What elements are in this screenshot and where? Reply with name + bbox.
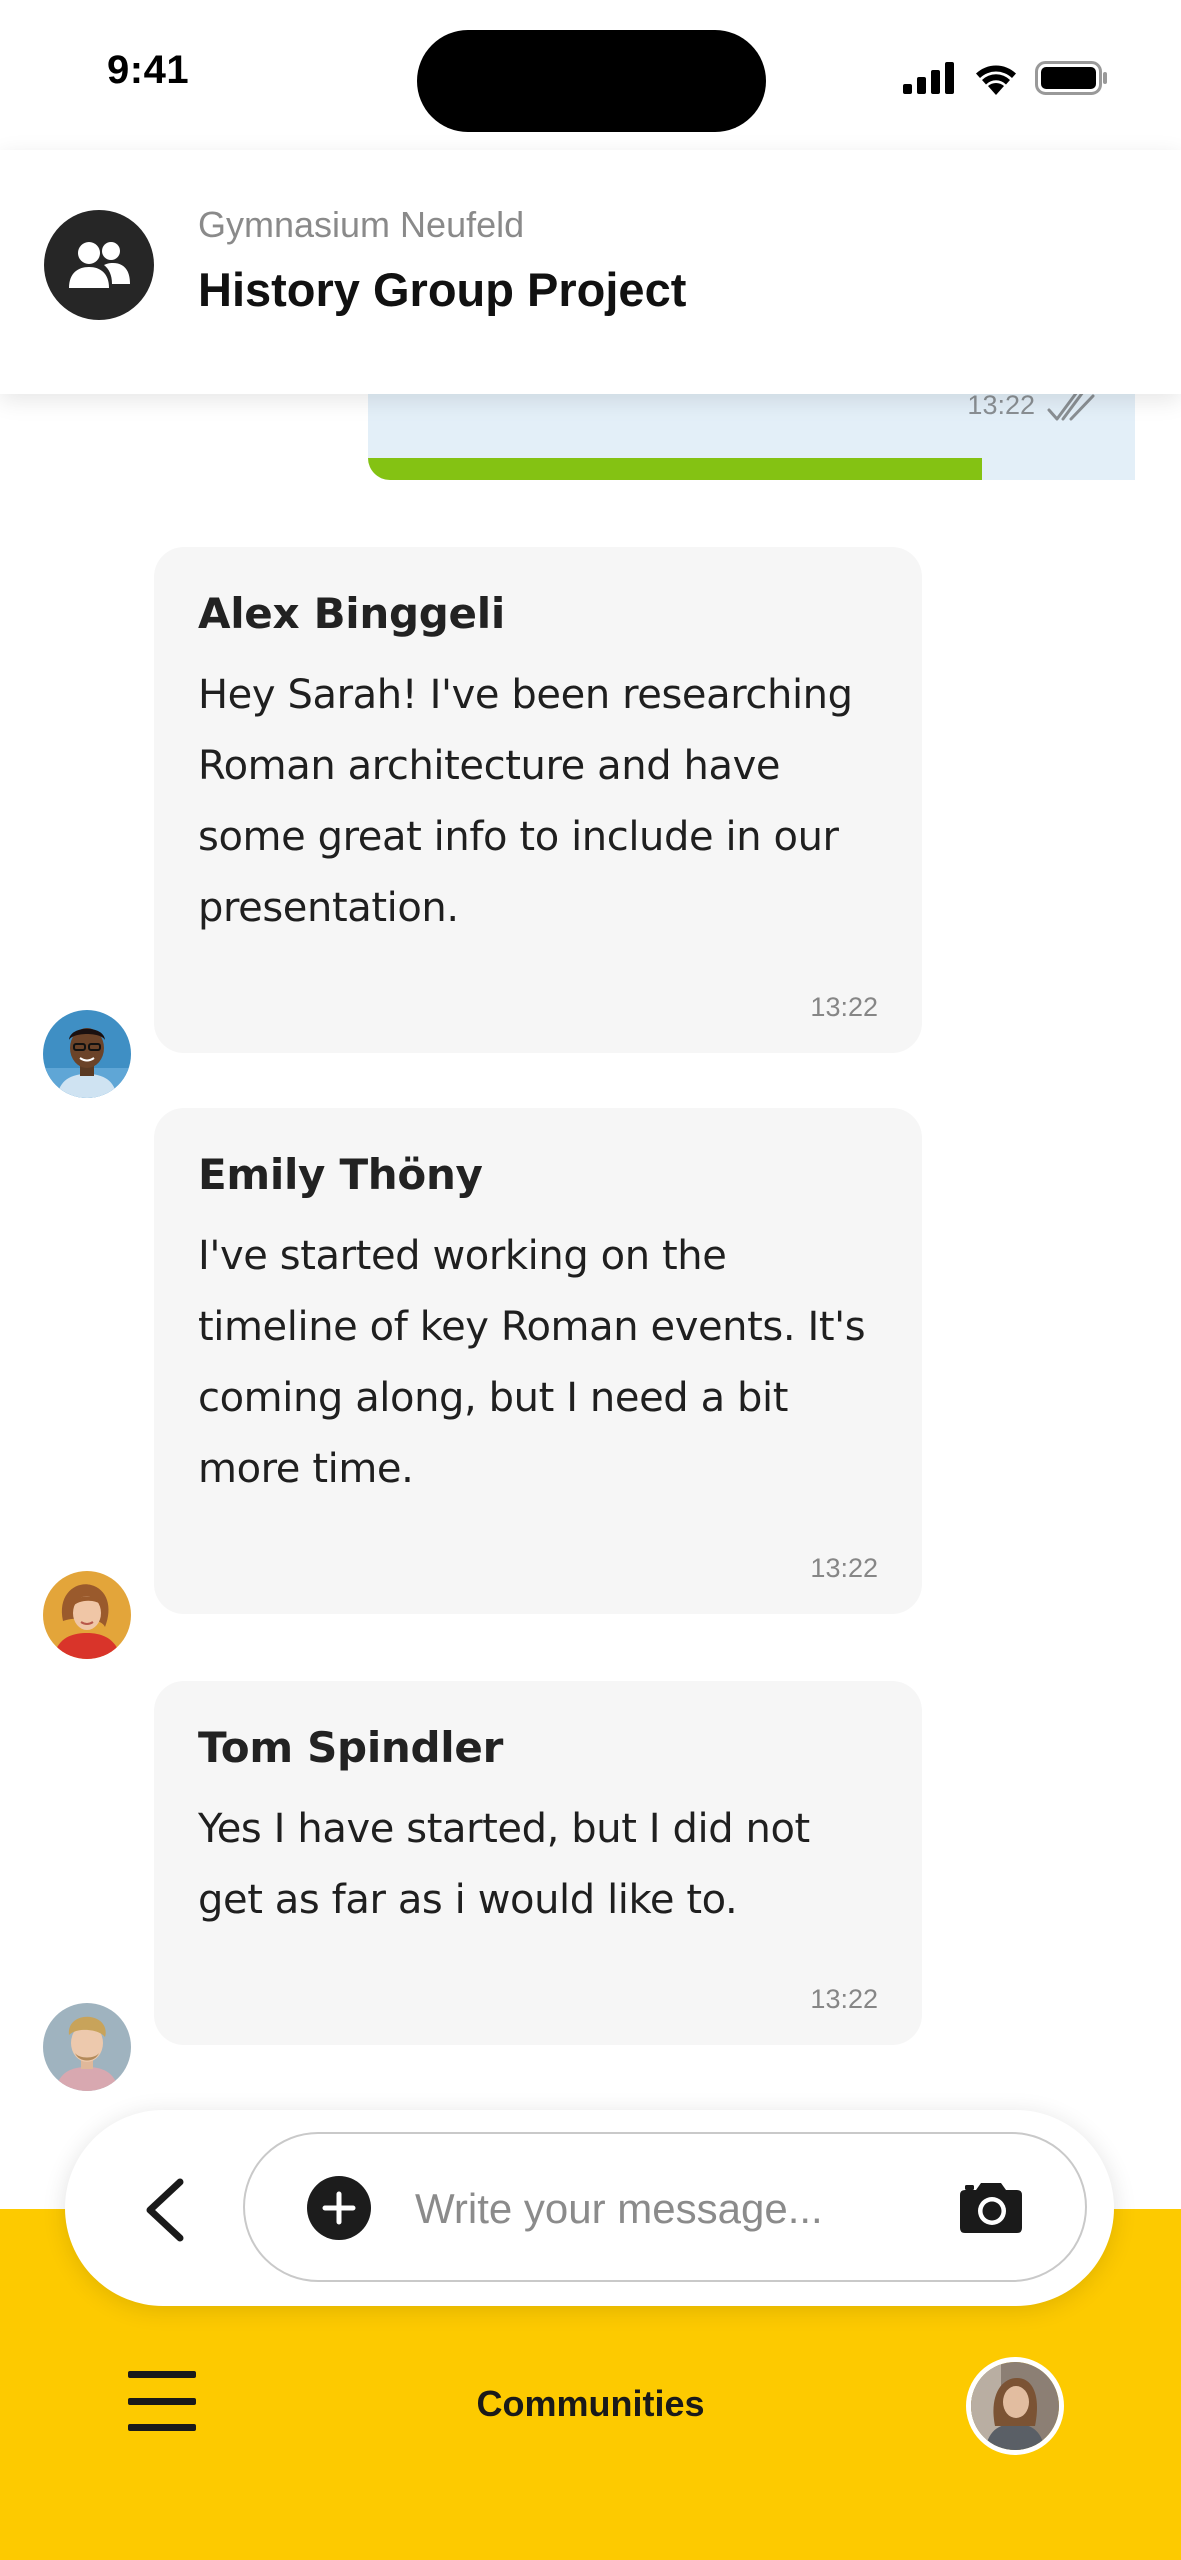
message-text: Yes I have started, but I did not get as… xyxy=(198,1806,810,1923)
dynamic-island xyxy=(417,30,766,132)
avatar-alex-icon xyxy=(43,1010,131,1098)
group-avatar[interactable] xyxy=(44,210,154,320)
back-button[interactable] xyxy=(125,2170,205,2250)
camera-button[interactable] xyxy=(955,2178,1027,2238)
message-time: 13:22 xyxy=(810,1553,878,1583)
status-bar: 9:41 xyxy=(0,0,1181,150)
message-time: 13:22 xyxy=(810,992,878,1022)
group-icon xyxy=(69,242,130,288)
chevron-left-icon xyxy=(146,2178,184,2242)
message-bubble[interactable]: Alex Binggeli Hey Sarah! I've been resea… xyxy=(154,547,922,1053)
menu-icon-line xyxy=(128,2424,196,2431)
cellular-signal-icon xyxy=(903,62,954,94)
header-title: History Group Project xyxy=(198,263,687,316)
message-time: 13:22 xyxy=(810,1984,878,2014)
message-sender: Emily Thöny xyxy=(198,1150,483,1199)
avatar-emily-icon xyxy=(43,1571,131,1659)
upload-progress-bar xyxy=(368,458,982,480)
chat-header: Gymnasium Neufeld History Group Project xyxy=(0,150,1181,394)
status-time: 9:41 xyxy=(107,48,190,92)
header-subtitle: Gymnasium Neufeld xyxy=(198,204,525,245)
message-input[interactable] xyxy=(413,2170,917,2248)
message-sender: Tom Spindler xyxy=(198,1723,503,1772)
add-attachment-button[interactable] xyxy=(307,2176,371,2240)
message-sender: Alex Binggeli xyxy=(198,589,505,638)
status-icons xyxy=(903,58,1109,98)
message-input-container xyxy=(243,2132,1087,2282)
profile-avatar-icon xyxy=(971,2362,1059,2450)
own-message-time: 13:22 xyxy=(967,389,1035,420)
message-bubble[interactable]: Emily Thöny I've started working on the … xyxy=(154,1108,922,1614)
avatar-emily-thony[interactable] xyxy=(43,1571,131,1659)
profile-avatar[interactable] xyxy=(966,2357,1064,2455)
avatar-tom-spindler[interactable] xyxy=(43,2003,131,2091)
avatar-alex-binggeli[interactable] xyxy=(43,1010,131,1098)
message-bubble[interactable]: Tom Spindler Yes I have started, but I d… xyxy=(154,1681,922,2045)
camera-icon xyxy=(960,2183,1022,2233)
avatar-tom-icon xyxy=(43,2003,131,2091)
battery-icon xyxy=(1035,61,1107,95)
menu-icon-line xyxy=(128,2371,196,2378)
wifi-icon xyxy=(976,65,1016,95)
plus-icon xyxy=(322,2191,356,2225)
message-text: Hey Sarah! I've been researching Roman a… xyxy=(198,672,853,931)
message-text: I've started working on the timeline of … xyxy=(198,1233,866,1492)
message-composer xyxy=(65,2110,1114,2306)
